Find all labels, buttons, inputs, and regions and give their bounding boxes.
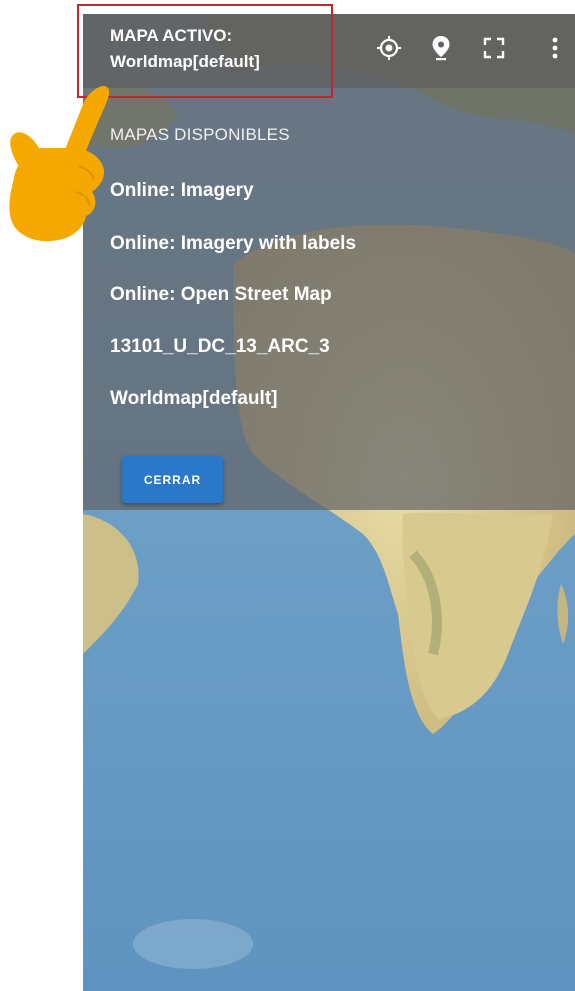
phone-screen: MAPAS DISPONIBLES Online: Imagery Online… <box>83 14 575 991</box>
fullscreen-icon[interactable] <box>480 34 508 62</box>
map-item-worldmap[interactable]: Worldmap[default] <box>110 388 277 410</box>
pointing-hand-icon <box>9 85 110 242</box>
close-button[interactable]: CERRAR <box>122 456 223 503</box>
gps-target-icon[interactable] <box>375 34 403 62</box>
map-item-13101[interactable]: 13101_U_DC_13_ARC_3 <box>110 336 330 358</box>
map-marker-icon[interactable] <box>427 34 455 62</box>
map-item-openstreetmap[interactable]: Online: Open Street Map <box>110 284 332 306</box>
more-vert-icon[interactable] <box>541 34 569 62</box>
map-item-imagery-labels[interactable]: Online: Imagery with labels <box>110 233 356 255</box>
map-list-panel: MAPAS DISPONIBLES Online: Imagery Online… <box>83 88 575 510</box>
